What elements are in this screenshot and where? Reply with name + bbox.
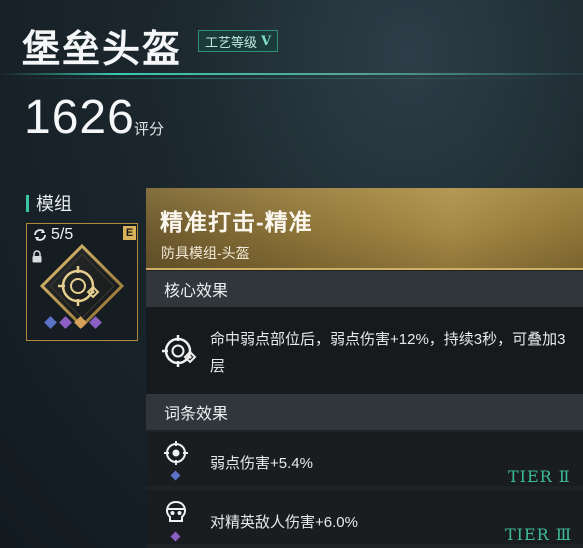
affix-tier: TIER Ⅲ: [505, 525, 573, 544]
affix-effect-header: 词条效果: [146, 394, 583, 430]
score-value: 1626: [24, 91, 135, 144]
module-subtitle: 防具模组-头盔: [161, 245, 250, 261]
slot-dot-2: [59, 316, 72, 329]
item-title: 堡垒头盔: [22, 29, 183, 71]
core-effect-text: 命中弱点部位后，弱点伤害+12%，持续3秒，可叠加3层: [210, 331, 566, 375]
slot-dot-3: [74, 316, 87, 329]
module-title: 精准打击-精准: [160, 209, 313, 235]
core-effect-header: 核心效果: [146, 271, 583, 307]
affix-tier: TIER Ⅱ: [508, 467, 571, 486]
module-label-text: 模组: [36, 194, 72, 214]
craft-level-label: 工艺等级: [205, 34, 258, 50]
score-unit: 评分: [134, 121, 165, 138]
slot-dot-4: [89, 316, 102, 329]
precision-strike-icon: [162, 335, 197, 367]
section-accent-bar: [26, 194, 29, 212]
module-section-label: 模组: [26, 192, 72, 214]
header-divider-glow: [0, 78, 583, 79]
header-divider: [0, 73, 583, 75]
elite-skull-icon: [165, 500, 187, 522]
refresh-icon: [34, 229, 46, 241]
crosshair-icon: [164, 441, 188, 465]
affix-text: 弱点伤害+5.4%: [210, 455, 313, 472]
module-slot-dots: [44, 316, 102, 329]
grade-badge: E: [123, 226, 136, 240]
affix-text: 对精英敌人伤害+6.0%: [210, 514, 358, 531]
slot-dot-1: [44, 316, 57, 329]
craft-level-badge: 工艺等级 V: [198, 30, 279, 52]
craft-level-value: V: [261, 33, 272, 49]
panel-header-border: [146, 268, 583, 270]
